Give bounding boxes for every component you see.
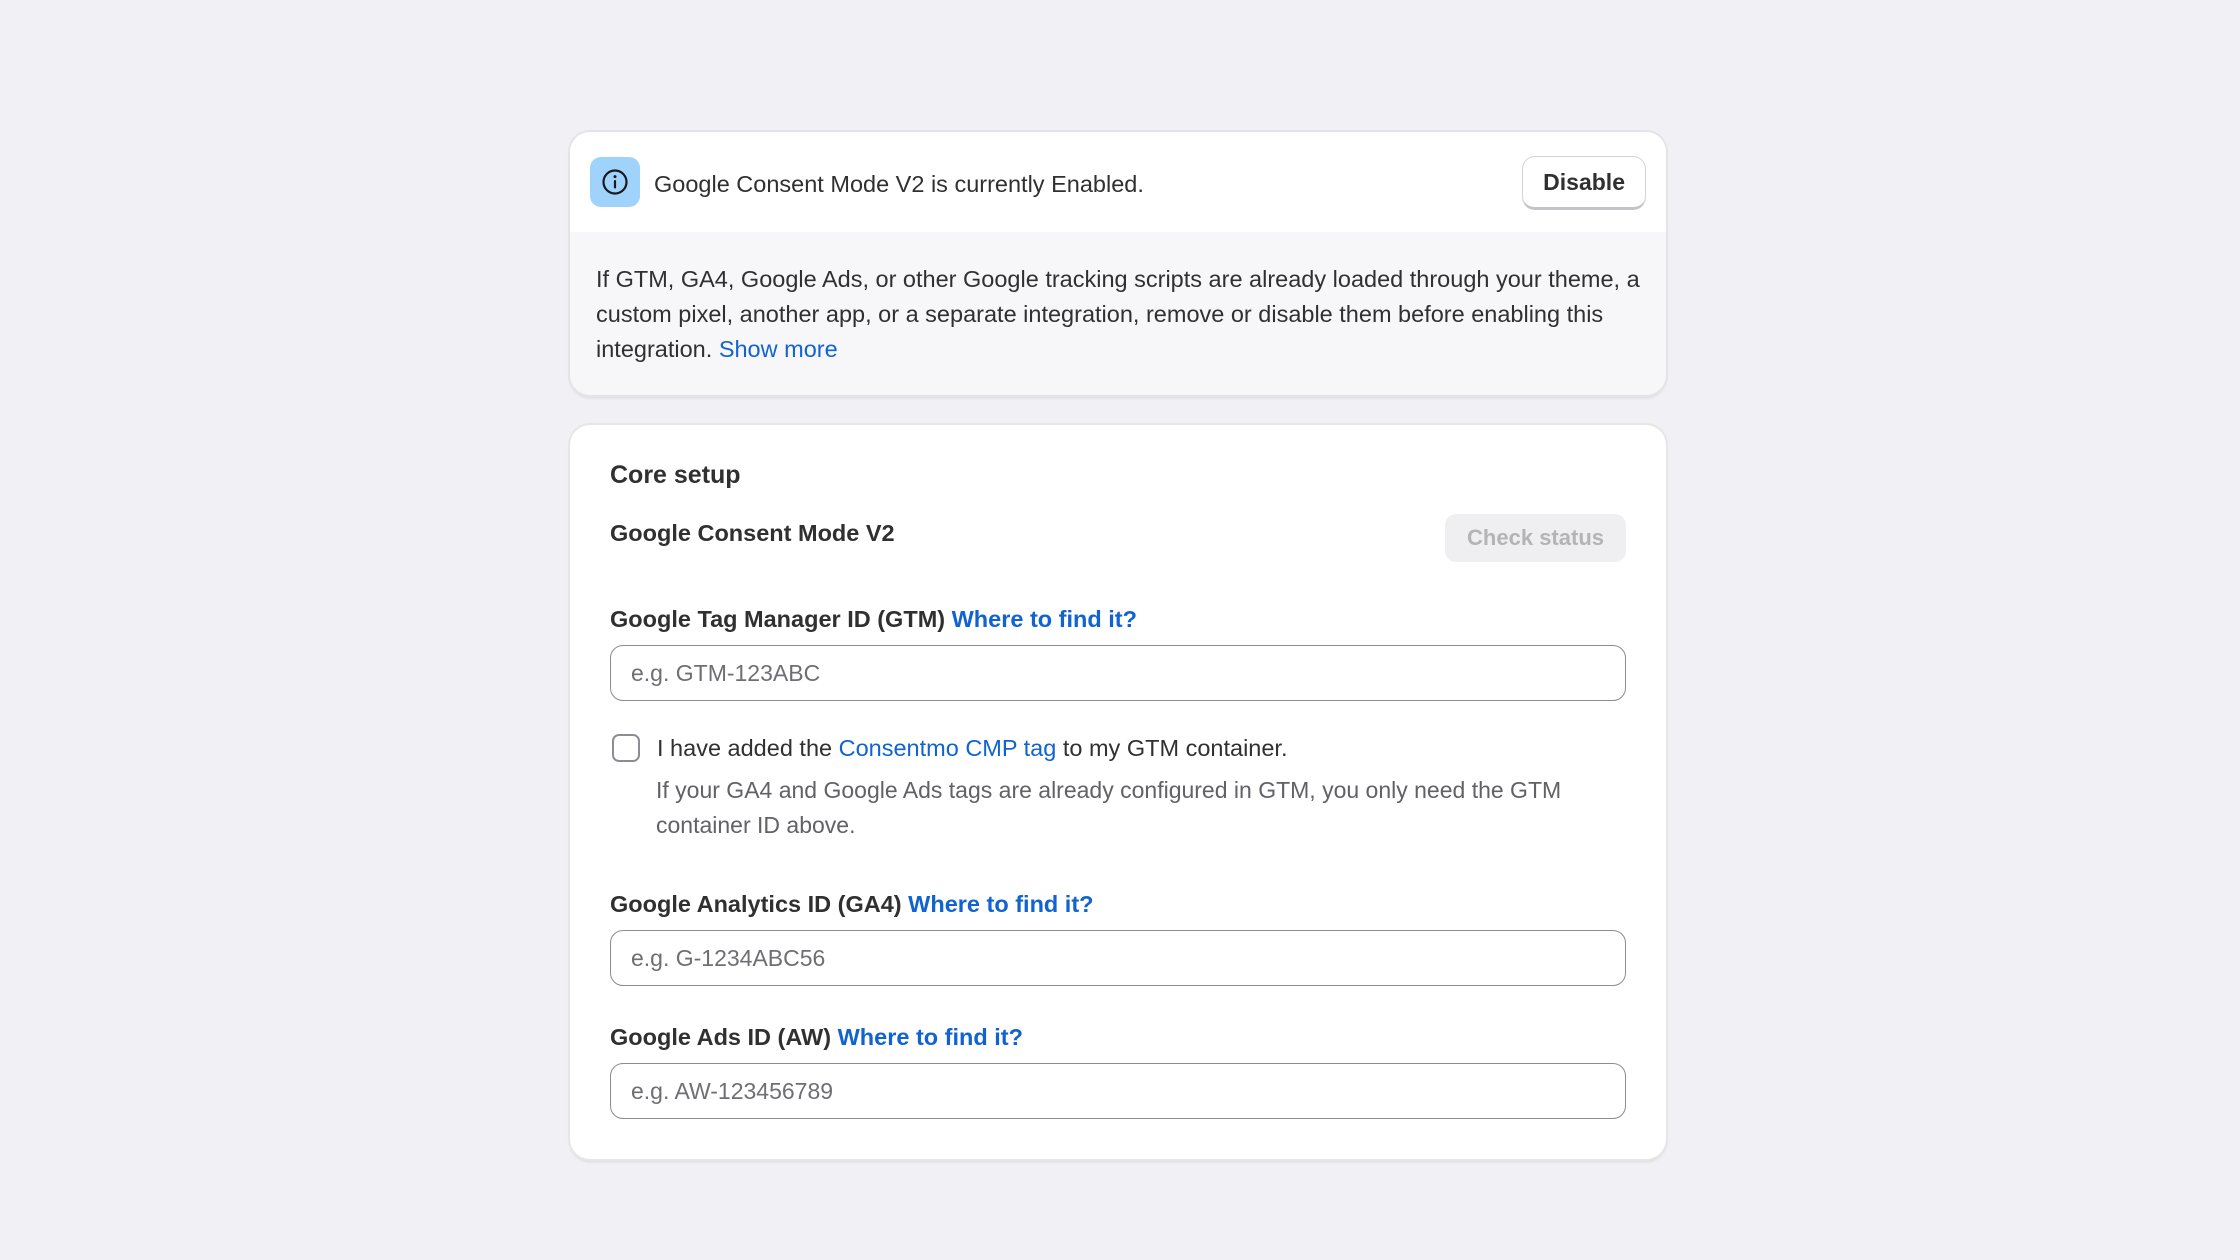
core-setup-card: Core setup Google Consent Mode V2 Check … [570, 425, 1666, 1159]
core-setup-heading: Core setup [610, 461, 741, 489]
ga4-where-to-find-link[interactable]: Where to find it? [908, 891, 1093, 917]
banner-header: Google Consent Mode V2 is currently Enab… [570, 132, 1666, 232]
settings-page: Google Consent Mode V2 is currently Enab… [570, 132, 1666, 1159]
gtm-label-text: Google Tag Manager ID (GTM) [610, 606, 946, 632]
cmp-tag-checkbox-row: I have added the Consentmo CMP tag to my… [610, 731, 1626, 765]
aw-id-input[interactable] [610, 1063, 1626, 1119]
consent-mode-banner: Google Consent Mode V2 is currently Enab… [570, 132, 1666, 395]
gtm-id-input[interactable] [610, 645, 1626, 701]
cmp-text-after: to my GTM container. [1056, 735, 1288, 761]
cmp-text-before: I have added the [657, 735, 839, 761]
consentmo-cmp-tag-link[interactable]: Consentmo CMP tag [839, 735, 1057, 761]
check-status-button[interactable]: Check status [1445, 514, 1626, 562]
consent-mode-label: Google Consent Mode V2 [610, 520, 895, 546]
consent-mode-row: Google Consent Mode V2 Check status [610, 514, 1626, 562]
disable-button[interactable]: Disable [1522, 156, 1646, 210]
aw-label-text: Google Ads ID (AW) [610, 1024, 832, 1050]
gtm-where-to-find-link[interactable]: Where to find it? [952, 606, 1137, 632]
cmp-tag-help-text: If your GA4 and Google Ads tags are alre… [656, 777, 1562, 838]
banner-description: If GTM, GA4, Google Ads, or other Google… [570, 232, 1666, 395]
aw-where-to-find-link[interactable]: Where to find it? [838, 1024, 1023, 1050]
banner-title: Google Consent Mode V2 is currently Enab… [654, 170, 1144, 197]
gtm-field-label: Google Tag Manager ID (GTM) Where to fin… [610, 606, 1626, 633]
show-more-link[interactable]: Show more [719, 336, 838, 362]
ga4-field-label: Google Analytics ID (GA4) Where to find … [610, 891, 1626, 918]
cmp-tag-checkbox[interactable] [612, 734, 640, 762]
cmp-tag-checkbox-label: I have added the Consentmo CMP tag to my… [657, 731, 1287, 765]
info-icon [590, 157, 640, 207]
aw-field-label: Google Ads ID (AW) Where to find it? [610, 1024, 1626, 1051]
ga4-id-input[interactable] [610, 930, 1626, 986]
ga4-label-text: Google Analytics ID (GA4) [610, 891, 902, 917]
